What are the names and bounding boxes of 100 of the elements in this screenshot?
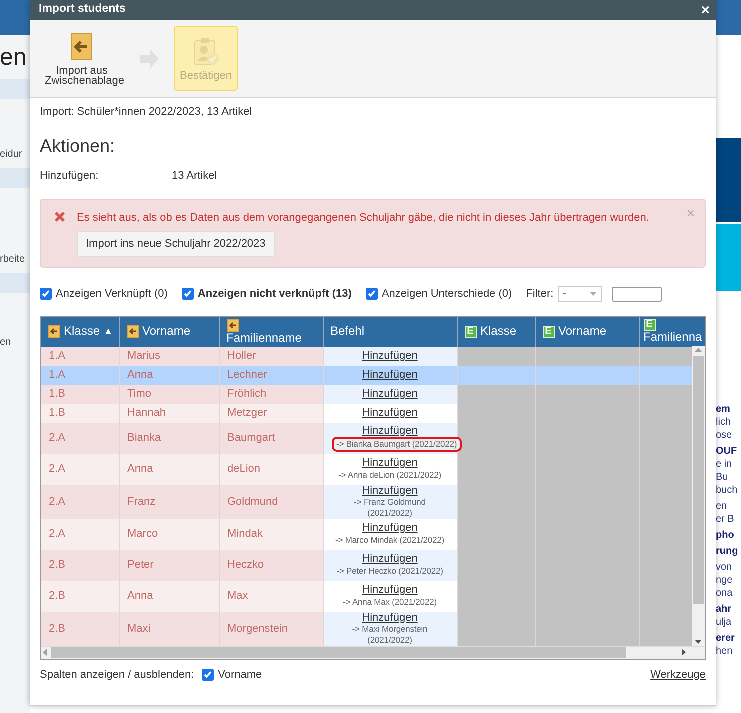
checkbox-label: Vorname: [218, 668, 262, 682]
add-link[interactable]: Hinzufügen: [362, 484, 418, 496]
column-header[interactable]: E Familienna: [639, 316, 705, 346]
error-x-icon: [53, 210, 67, 224]
add-link[interactable]: Hinzufügen: [362, 553, 418, 565]
background-text: er B: [716, 513, 734, 526]
table-cell: 1.A: [41, 346, 119, 366]
column-header[interactable]: Familienname: [219, 316, 323, 346]
background-text: Bu: [716, 471, 730, 484]
tools-link[interactable]: Werkzeuge: [650, 666, 706, 683]
background-text: eidur: [0, 148, 22, 162]
background-text: erer: [716, 632, 735, 645]
table-cell: Lechner: [219, 366, 323, 384]
import-new-year-button[interactable]: Import ins neue Schuljahr 2022/2023: [77, 230, 275, 257]
checkbox-label: Anzeigen Unterschiede (0): [382, 287, 512, 302]
table-cell: 2.A: [41, 484, 119, 518]
add-link[interactable]: Hinzufügen: [362, 522, 418, 534]
sort-icon[interactable]: ▲: [104, 325, 113, 338]
scroll-right-icon[interactable]: [682, 649, 686, 656]
table-cell: Hannah: [119, 404, 219, 422]
import-arrow-icon: [126, 325, 138, 338]
match-note: -> Marco Mindak (2021/2022): [334, 535, 446, 546]
add-link[interactable]: Hinzufügen: [362, 424, 418, 436]
table-cell: 2.B: [41, 550, 119, 580]
table-cell: 1.A: [41, 366, 119, 384]
column-header[interactable]: E Klasse: [457, 316, 535, 346]
action-label: Hinzufügen:: [40, 168, 100, 184]
background-text: OUF: [716, 445, 738, 458]
match-note: -> Franz Goldmund (2021/2022): [353, 496, 427, 518]
background-text: nge: [716, 574, 733, 587]
import-arrow-icon: [48, 325, 60, 338]
background-text: en: [716, 500, 728, 513]
scroll-left-icon[interactable]: [43, 649, 47, 656]
table-cell: Anna: [119, 580, 219, 612]
match-note: -> Peter Heczko (2021/2022): [336, 566, 444, 577]
table-cell: Bianka: [119, 422, 219, 454]
table-cell: Heczko: [219, 550, 323, 580]
add-link[interactable]: Hinzufügen: [362, 612, 418, 624]
header-bar: [0, 0, 30, 35]
checkbox[interactable]: [182, 288, 194, 300]
background-text: en: [0, 336, 12, 350]
import-arrow-icon: [226, 318, 238, 332]
table-cell: Holler: [219, 346, 323, 366]
column-header[interactable]: Klasse ▲: [41, 316, 119, 346]
background-text: e in: [716, 458, 734, 471]
checkbox[interactable]: [40, 288, 52, 300]
background-text: rung: [716, 545, 738, 558]
alert-message: Es sieht aus, als ob es Daten aus dem vorangegangenen Schuljahr gäbe, die nicht in dieses Jahr übertragen wurden.: [77, 211, 650, 226]
column-header[interactable]: E Vorname: [535, 316, 639, 346]
column-header[interactable]: Befehl: [323, 316, 457, 346]
add-link[interactable]: Hinzufügen: [362, 407, 418, 419]
table-cell: Anna: [119, 366, 219, 384]
import-info: Import: Schüler*innen 2022/2023, 13 Artikel: [40, 105, 254, 120]
background-text: em: [716, 403, 732, 416]
table-cell: Goldmund: [219, 484, 323, 518]
match-note: -> Anna Max (2021/2022): [342, 597, 438, 608]
sidebar-panel: [0, 168, 30, 188]
vertical-scrollbar[interactable]: [692, 346, 705, 646]
table-cell: Morgenstein: [219, 612, 323, 646]
table-cell: 2.B: [41, 612, 119, 646]
banner: [716, 224, 741, 291]
checkbox[interactable]: [366, 288, 378, 300]
add-link[interactable]: Hinzufügen: [362, 457, 418, 469]
table-cell: Anna: [119, 454, 219, 484]
checkbox[interactable]: [202, 668, 214, 681]
background-text: en: [0, 43, 27, 73]
dialog-title: Import students: [39, 2, 126, 18]
add-link[interactable]: Hinzufügen: [362, 584, 418, 596]
toolbar-button[interactable]: Import aus Zwischenablage: [40, 26, 124, 91]
filter-input-field[interactable]: [612, 286, 662, 302]
sidebar-panel: [0, 79, 30, 99]
table-cell: Baumgart: [219, 422, 323, 454]
table-cell: Marco: [119, 518, 219, 550]
table-cell: 1.B: [41, 404, 119, 422]
action-value: 13 Artikel: [172, 168, 218, 184]
background-text: lich: [716, 416, 732, 429]
table-cell: Metzger: [219, 404, 323, 422]
e-icon: E: [542, 326, 554, 338]
background-text: ona: [716, 587, 733, 600]
table-cell: 2.A: [41, 454, 119, 484]
background-text: rbeite: [0, 253, 26, 267]
e-icon: E: [464, 326, 476, 338]
header-bar: [716, 0, 741, 35]
table-cell: Marius: [119, 346, 219, 366]
close-button[interactable]: ×: [701, 2, 710, 18]
table-cell: 2.B: [41, 580, 119, 612]
column-header[interactable]: Vorname: [119, 316, 219, 346]
table-cell: 2.A: [41, 518, 119, 550]
background-text: ahr: [716, 603, 732, 616]
checkbox-label: Anzeigen nicht verknüpft (13): [198, 287, 352, 302]
table-cell: Maxi: [119, 612, 219, 646]
filter-label: Filter:: [526, 287, 554, 302]
scroll-down-icon[interactable]: [695, 640, 702, 644]
table-cell: Max: [219, 580, 323, 612]
filter-dropdown[interactable]: -: [558, 286, 602, 302]
horizontal-scrollbar[interactable]: [41, 646, 705, 658]
table-cell: 2.A: [41, 422, 119, 454]
background-text: hen: [716, 645, 734, 658]
table-cell: 1.B: [41, 384, 119, 404]
section-heading: Aktionen:: [40, 134, 116, 156]
